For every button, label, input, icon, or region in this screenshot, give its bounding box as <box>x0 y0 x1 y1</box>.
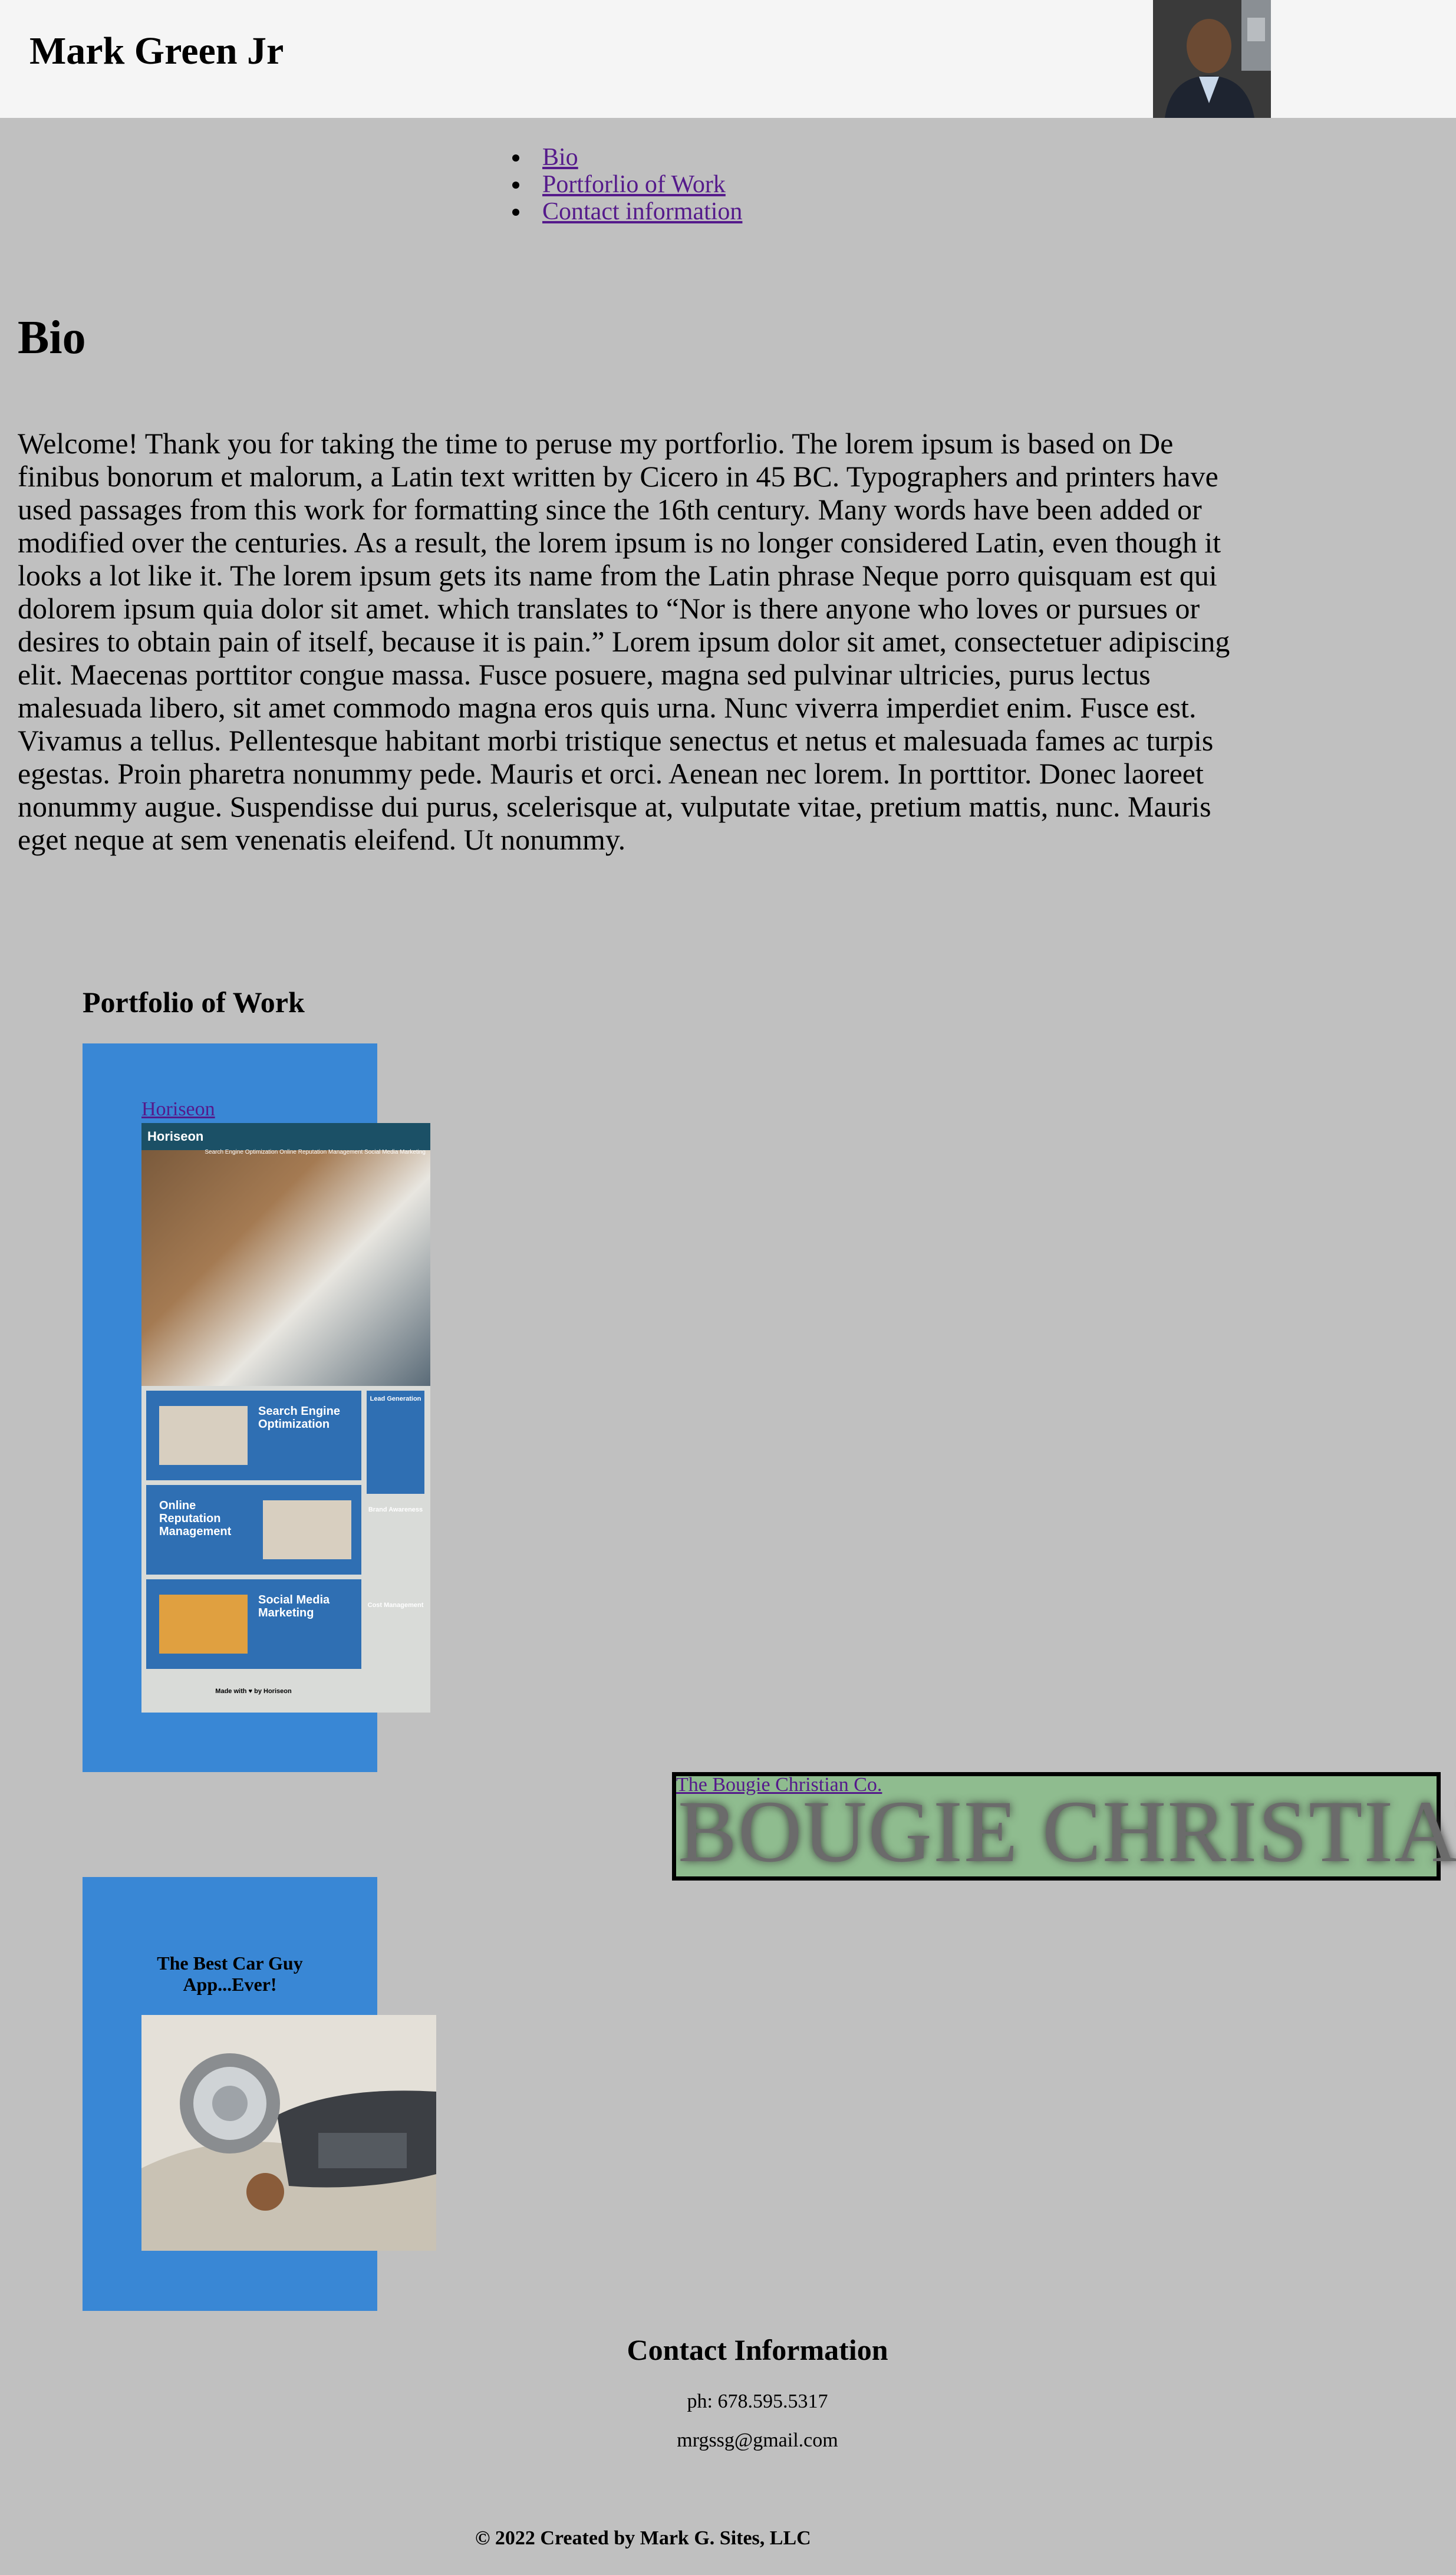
horiseon-section-seo: Search Engine Optimization <box>146 1391 361 1480</box>
horiseon-screenshot[interactable]: Horiseon Search Engine Optimization Onli… <box>141 1123 430 1713</box>
portfolio-heading: Portfolio of Work <box>83 986 305 1019</box>
car-app-title: The Best Car Guy App...Ever! <box>157 1952 303 1995</box>
contact-email: mrgssg@gmail.com <box>677 2429 838 2451</box>
brand-title: Brand Awareness <box>368 1506 423 1513</box>
nav-item-portfolio: Portforlio of Work <box>531 171 742 198</box>
person-portrait-icon <box>1153 0 1271 118</box>
footer-copyright: © 2022 Created by Mark G. Sites, LLC <box>475 2527 811 2549</box>
horiseon-side-more: Brand Awareness Cost Management <box>367 1500 424 1707</box>
horiseon-footer: Made with ♥ by Horiseon <box>215 1688 292 1695</box>
horiseon-brand: Horiseon <box>141 1123 430 1150</box>
bougie-logo[interactable]: BOUGIE CHRISTIAN <box>678 1787 1456 1876</box>
smm-thumb <box>159 1595 248 1654</box>
horiseon-section-orm: Online Reputation Management <box>146 1485 361 1575</box>
avatar <box>1153 0 1271 118</box>
orm-title: Online Reputation Management <box>159 1499 232 1538</box>
nav-link-bio[interactable]: Bio <box>542 144 578 171</box>
contact-phone: ph: 678.595.5317 <box>687 2390 828 2412</box>
site-title: Mark Green Jr <box>29 29 284 73</box>
bio-heading: Bio <box>18 312 86 364</box>
contact-heading: Contact Information <box>627 2333 888 2366</box>
lead-title: Lead Generation <box>370 1395 421 1402</box>
orm-thumb <box>263 1500 351 1559</box>
nav-item-contact: Contact information <box>531 198 742 225</box>
nav-link-contact[interactable]: Contact information <box>542 198 742 225</box>
bio-text: Welcome! Thank you for taking the time t… <box>18 427 1230 856</box>
nav-list: Bio Portforlio of Work Contact informati… <box>507 144 742 225</box>
seo-thumb <box>159 1406 248 1465</box>
horiseon-section-smm: Social Media Marketing <box>146 1579 361 1669</box>
cost-title: Cost Management <box>367 1602 424 1609</box>
horiseon-link[interactable]: Horiseon <box>141 1098 215 1121</box>
nav-item-bio: Bio <box>531 144 742 171</box>
smm-title: Social Media Marketing <box>258 1593 330 1619</box>
horiseon-side-lead: Lead Generation <box>367 1391 424 1494</box>
horiseon-hero-image <box>141 1150 430 1386</box>
horiseon-nav: Search Engine Optimization Online Reputa… <box>205 1149 426 1155</box>
nav-link-portfolio[interactable]: Portforlio of Work <box>542 171 726 198</box>
vintage-car-photo-icon <box>141 2015 436 2251</box>
seo-title: Search Engine Optimization <box>258 1405 340 1431</box>
car-image[interactable] <box>141 2015 436 2251</box>
